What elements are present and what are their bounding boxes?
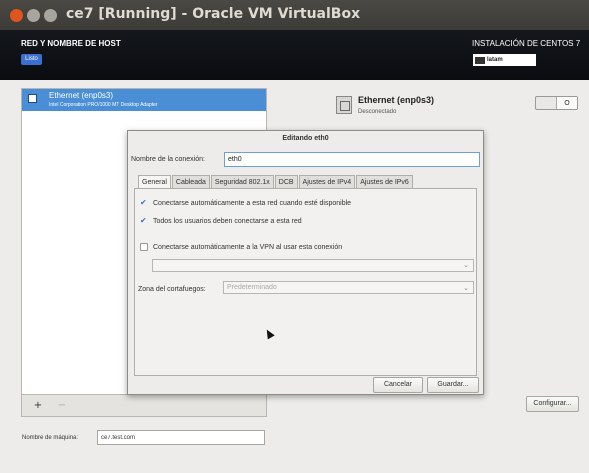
tab-ipv6[interactable]: Ajustes de IPv6 [356,175,413,189]
tab-wired[interactable]: Cableada [171,175,210,189]
ethernet-icon [28,94,37,103]
checkbox-checked-icon[interactable]: ✔ [140,217,148,225]
tab-dcb[interactable]: DCB [274,175,298,189]
installer-title: INSTALACIÓN DE CENTOS 7 [472,39,581,48]
toggle-knob: O [556,97,577,109]
interface-name: Ethernet (enp0s3) [49,91,114,100]
maximize-window-button[interactable] [44,9,57,22]
interface-description: Intel Corporation PRO/1000 MT Desktop Ad… [49,102,158,108]
firewall-zone-value: Predeterminado [227,284,277,291]
tab-security[interactable]: Seguridad 802.1x [210,175,274,189]
all-users-label: Todos los usuarios deben conectarse a es… [153,217,302,225]
interface-list-toolbar: + − [21,395,267,417]
general-tab-panel: ✔ Conectarse automáticamente a esta red … [134,188,477,376]
vbox-titlebar: ce7 [Running] - Oracle VM VirtualBox [0,0,589,30]
firewall-zone-label: Zona del cortafuegos: [138,286,206,293]
minimize-window-button[interactable] [27,9,40,22]
chevron-down-icon: ⌄ [463,285,469,292]
remove-interface-button[interactable]: − [53,399,71,413]
dialog-tabs: General Cableada Seguridad 802.1x DCB Aj… [138,175,414,190]
keyboard-icon [475,56,485,64]
connection-name-label: Nombre de la conexión: [131,156,205,163]
tab-ipv4[interactable]: Ajustes de IPv4 [298,175,356,189]
auto-connect-option[interactable]: ✔ Conectarse automáticamente a esta red … [140,199,351,207]
checkbox-checked-icon[interactable]: ✔ [140,199,148,207]
hostname-label: Nombre de máquina: [22,435,79,441]
cancel-button[interactable]: Cancelar [373,377,423,393]
edit-connection-dialog: Editando eth0 Nombre de la conexión: Gen… [127,130,484,395]
connection-name-input[interactable] [224,152,480,167]
add-interface-button[interactable]: + [29,399,47,413]
keyboard-layout-label: latam [487,57,503,63]
all-users-option[interactable]: ✔ Todos los usuarios deben conectarse a … [140,217,302,225]
window-title: ce7 [Running] - Oracle VM VirtualBox [66,6,361,22]
hostname-input[interactable] [97,430,265,445]
dialog-title: Editando eth0 [282,135,329,142]
checkbox-unchecked-icon[interactable] [140,243,148,251]
device-name: Ethernet (enp0s3) [358,95,435,105]
close-window-button[interactable] [10,9,23,22]
chevron-down-icon: ⌄ [463,261,469,269]
page-title: RED Y NOMBRE DE HOST [21,39,121,48]
interface-list-item[interactable]: Ethernet (enp0s3) Intel Corporation PRO/… [22,89,266,111]
auto-connect-label: Conectarse automáticamente a esta red cu… [153,199,352,207]
installer-header: RED Y NOMBRE DE HOST Listo INSTALACIÓN D… [0,30,589,80]
connection-toggle[interactable]: O [535,96,578,110]
device-status: Desconectado [358,109,397,115]
network-device-icon [336,96,352,114]
firewall-zone-select[interactable]: Predeterminado ⌄ [223,281,474,294]
auto-vpn-option[interactable]: Conectarse automáticamente a la VPN al u… [140,243,342,251]
mouse-cursor-icon [263,327,275,340]
configure-button[interactable]: Configurar... [526,396,579,412]
done-button[interactable]: Listo [21,54,42,65]
vpn-select[interactable]: ⌄ [152,259,474,272]
save-button[interactable]: Guardar... [427,377,479,393]
keyboard-layout-indicator[interactable]: latam [473,54,536,66]
auto-vpn-label: Conectarse automáticamente a la VPN al u… [153,243,343,251]
